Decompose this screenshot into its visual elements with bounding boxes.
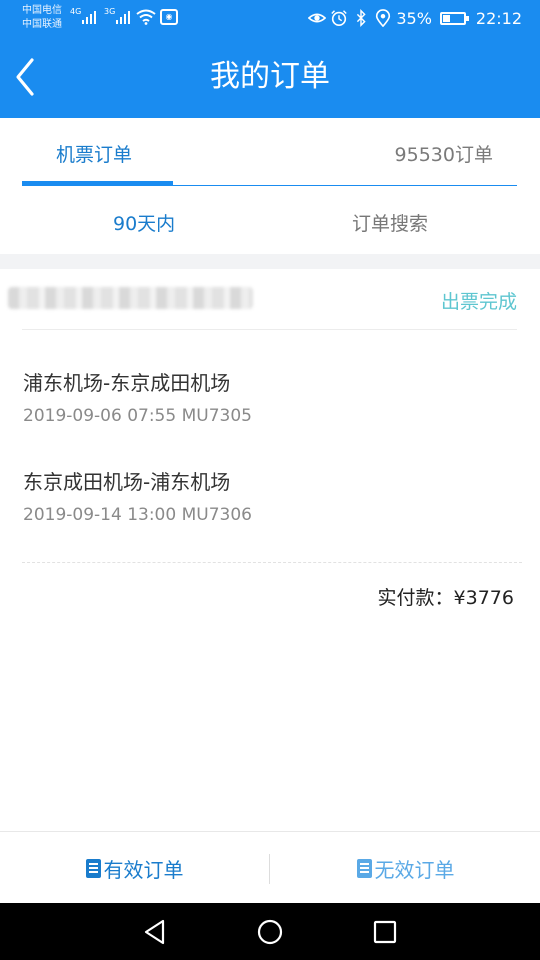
- carrier-labels: 中国电信 中国联通: [22, 4, 62, 32]
- divider: [22, 329, 517, 330]
- order-search-button[interactable]: 订单搜索: [352, 209, 428, 236]
- active-tab-indicator: [22, 181, 173, 185]
- system-nav-bar: [0, 903, 540, 960]
- network-type-1: 4G: [70, 7, 82, 16]
- network-type-2: 3G: [104, 7, 116, 16]
- segment-info: 2019-09-14 13:00 MU7306: [23, 505, 252, 525]
- document-icon: [85, 858, 101, 878]
- carrier-2: 中国联通: [22, 19, 62, 30]
- amount-paid: 实付款：¥3776: [377, 587, 514, 609]
- status-right: 35% 22:12: [308, 0, 522, 36]
- recent-square-icon[interactable]: [370, 917, 400, 947]
- battery-icon: [439, 11, 469, 25]
- segment-route: 浦东机场-东京成田机场: [23, 371, 231, 395]
- order-card[interactable]: 出票完成 浦东机场-东京成田机场 2019-09-06 07:55 MU7305…: [0, 269, 540, 831]
- signal-icon: [116, 10, 132, 24]
- back-triangle-icon[interactable]: [140, 917, 170, 947]
- signal-icon: [82, 10, 98, 24]
- tabs-panel: 机票订单 95530订单 90天内 订单搜索: [0, 118, 540, 254]
- carrier-1: 中国电信: [22, 5, 62, 16]
- wifi-icon: [136, 9, 156, 25]
- invalid-orders-label: 无效订单: [374, 857, 455, 882]
- battery-percent: 35%: [396, 8, 432, 28]
- tab-flight-orders[interactable]: 机票订单: [56, 140, 132, 167]
- dashed-divider: [22, 562, 522, 563]
- home-circle-icon[interactable]: [255, 917, 285, 947]
- status-bar: 中国电信 中国联通 4G 3G ◉ 35% 22:12: [0, 0, 540, 36]
- app-header: 我的订单: [0, 36, 540, 118]
- order-number-blurred: [8, 287, 253, 309]
- bluetooth-icon: [357, 9, 366, 27]
- valid-orders-button[interactable]: 有效订单: [0, 832, 269, 904]
- tab-95530-orders[interactable]: 95530订单: [395, 140, 493, 167]
- alarm-icon: [331, 10, 348, 27]
- tab-divider: [22, 185, 517, 186]
- location-icon: [376, 9, 391, 27]
- invalid-orders-button[interactable]: 无效订单: [271, 832, 540, 904]
- filter-90-days[interactable]: 90天内: [113, 209, 175, 236]
- segment-info: 2019-09-06 07:55 MU7305: [23, 406, 252, 426]
- bottom-separator: [269, 854, 270, 884]
- order-status: 出票完成: [440, 291, 517, 313]
- bottom-bar: 有效订单 无效订单: [0, 831, 540, 903]
- eye-icon: [308, 13, 327, 23]
- document-icon: [356, 858, 372, 878]
- clock: 22:12: [475, 8, 522, 28]
- valid-orders-label: 有效订单: [103, 857, 184, 882]
- notification-app-icon: ◉: [160, 9, 178, 25]
- page-title: 我的订单: [210, 59, 330, 94]
- battery-level: [442, 14, 450, 22]
- segment-route: 东京成田机场-浦东机场: [23, 470, 231, 494]
